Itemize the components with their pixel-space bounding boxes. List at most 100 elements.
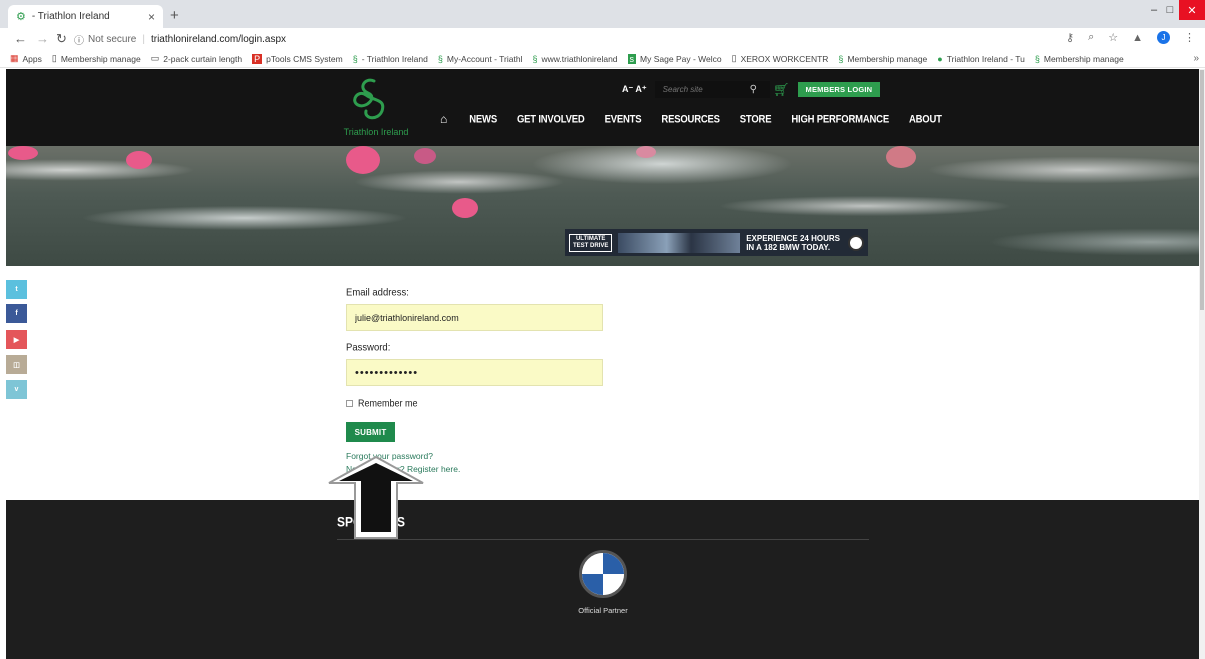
hero-banner-image: ULTIMATE TEST DRIVE EXPERIENCE 24 HOURS … [6, 146, 1199, 266]
page-icon: ▯ [731, 53, 737, 63]
close-window-button[interactable]: ✕ [1179, 0, 1205, 20]
url-text[interactable]: triathlonireland.com/login.aspx [151, 34, 286, 45]
twitter-icon[interactable]: t [6, 280, 27, 299]
nav-store[interactable]: STORE [740, 113, 772, 126]
logo-quadrant [582, 553, 603, 574]
security-label: Not secure [88, 33, 137, 45]
bookmark-item[interactable]: s My Sage Pay - Welco [627, 53, 722, 64]
apps-icon: ▦ [10, 53, 19, 63]
sage-icon: s [627, 53, 637, 64]
bookmark-item[interactable]: § www.triathlonireland [532, 54, 617, 64]
nav-resources[interactable]: RESOURCES [661, 113, 720, 126]
nav-about[interactable]: ABOUT [909, 113, 942, 126]
menu-icon[interactable]: ⋮ [1184, 31, 1195, 44]
forward-icon[interactable]: → [36, 31, 49, 46]
password-label: Password: [346, 341, 391, 354]
ad-copy: EXPERIENCE 24 HOURS IN A 182 BMW TODAY. [746, 233, 840, 252]
toolbar-icons: ⚷ ⌕ ☆ ▲ J ⋮ [1066, 31, 1195, 44]
search-icon[interactable]: ⚲ [750, 84, 757, 95]
bookmark-item[interactable]: § My-Account - Triathl [438, 54, 523, 64]
remember-me-row: Remember me [346, 398, 418, 409]
bmw-logo-icon [848, 234, 864, 251]
triathlon-icon: § [1034, 53, 1040, 64]
bookmark-item[interactable]: ● Triathlon Ireland - Tu [937, 54, 1025, 64]
extension-icon[interactable]: ▲ [1132, 32, 1143, 44]
browser-tab[interactable]: ⚙ - Triathlon Ireland × [8, 5, 163, 28]
bookmark-item[interactable]: ▦ Apps [10, 53, 42, 64]
members-login-button[interactable]: MEMBERS LOGIN [797, 82, 881, 97]
email-field[interactable] [346, 304, 603, 331]
swimmer-cap [886, 146, 916, 168]
triathlon-icon: § [352, 53, 358, 64]
bookmark-item[interactable]: ▯ XEROX WORKCENTR [732, 53, 829, 64]
back-icon[interactable]: ← [14, 31, 27, 46]
reload-icon[interactable]: ↻ [56, 31, 67, 47]
youtube-icon[interactable]: ▶ [6, 330, 27, 349]
main-navigation: ⌂ NEWS GET INVOLVED EVENTS RESOURCES STO… [440, 112, 962, 126]
bmw-sponsor-logo[interactable] [579, 550, 627, 598]
bookmark-item[interactable]: § Membership manage [1035, 54, 1124, 64]
address-separator: | [142, 33, 145, 45]
swimmer-cap [636, 146, 656, 158]
swimmer-cap [346, 146, 380, 174]
utility-bar: A⁻ A⁺ ⚲ 🛒︎ MEMBERS LOGIN [622, 81, 881, 98]
triathlon-ireland-logo[interactable]: Triathlon Ireland [336, 75, 408, 139]
bookmark-item[interactable]: ▯ Membership manage [52, 53, 141, 64]
facebook-icon[interactable]: f [6, 304, 27, 323]
logo-text: Triathlon Ireland [343, 127, 409, 137]
page-icon: ▭ [150, 53, 160, 63]
swimmer-cap [414, 148, 436, 164]
scrollbar-thumb[interactable] [1200, 70, 1204, 310]
email-label: Email address: [346, 286, 409, 299]
tab-title: - Triathlon Ireland [31, 11, 110, 22]
star-icon[interactable]: ☆ [1108, 31, 1118, 44]
close-tab-icon[interactable]: × [148, 10, 155, 24]
triathlon-icon: § [437, 53, 443, 64]
font-size-toggle[interactable]: A⁻ A⁺ [622, 84, 647, 95]
swimmer-cap [126, 151, 152, 169]
profile-avatar[interactable]: J [1157, 31, 1170, 44]
logo-quadrant [582, 574, 603, 595]
bookmark-item[interactable]: ▭ 2-pack curtain length [151, 53, 242, 64]
bookmark-item[interactable]: § Membership manage [838, 54, 927, 64]
home-icon[interactable]: ⌂ [440, 112, 447, 126]
address-bar[interactable]: ⓘ Not secure | triathlonireland.com/logi… [74, 30, 1094, 48]
nav-news[interactable]: NEWS [469, 113, 497, 126]
sponsor-caption: Official Partner [578, 606, 628, 615]
maximize-button[interactable]: □ [1162, 0, 1178, 20]
swimmer-cap [8, 146, 38, 160]
zoom-icon[interactable]: ⌕ [1088, 31, 1094, 44]
logo-quadrant [603, 574, 624, 595]
annotation-arrow-icon [328, 455, 424, 539]
triathlon-icon: ● [937, 53, 943, 64]
cart-icon[interactable]: 🛒︎ [773, 82, 790, 98]
submit-button[interactable]: SUBMIT [346, 422, 395, 442]
swimmer-cap [452, 198, 478, 218]
ptools-icon: P [252, 53, 263, 64]
new-tab-icon[interactable]: + [170, 7, 179, 24]
info-icon[interactable]: ⓘ [74, 32, 84, 47]
bookmark-item[interactable]: § - Triathlon Ireland [353, 54, 428, 64]
triathlon-icon: § [532, 53, 538, 64]
page-icon: ▯ [51, 53, 57, 63]
triathlon-favicon-icon: ⚙ [16, 11, 26, 23]
vimeo-icon[interactable]: v [6, 380, 27, 399]
nav-high-performance[interactable]: HIGH PERFORMANCE [791, 113, 889, 126]
remember-me-label[interactable]: Remember me [358, 398, 418, 409]
bookmarks-overflow-icon[interactable]: » [1193, 53, 1199, 64]
browser-toolbar: ← → ↻ ⓘ Not secure | triathlonireland.co… [0, 28, 1205, 50]
nav-get-involved[interactable]: GET INVOLVED [517, 113, 585, 126]
logo-swirl-icon [353, 78, 385, 120]
bookmark-item[interactable]: PpTools CMS System [252, 53, 343, 64]
nav-events[interactable]: EVENTS [605, 113, 642, 126]
bmw-advert[interactable]: ULTIMATE TEST DRIVE EXPERIENCE 24 HOURS … [565, 229, 868, 256]
bookmarks-bar: ▦ Apps ▯ Membership manage ▭ 2-pack curtain… [0, 50, 1205, 68]
instagram-icon[interactable]: ◫ [6, 355, 27, 374]
logo-quadrant [603, 553, 624, 574]
remember-me-checkbox[interactable] [346, 399, 353, 407]
footer: SPONSORS Official Partner [6, 500, 1199, 659]
minimize-button[interactable]: – [1146, 0, 1162, 20]
ad-cars-image [618, 232, 741, 253]
key-icon[interactable]: ⚷ [1066, 31, 1074, 44]
password-field[interactable] [346, 359, 603, 386]
